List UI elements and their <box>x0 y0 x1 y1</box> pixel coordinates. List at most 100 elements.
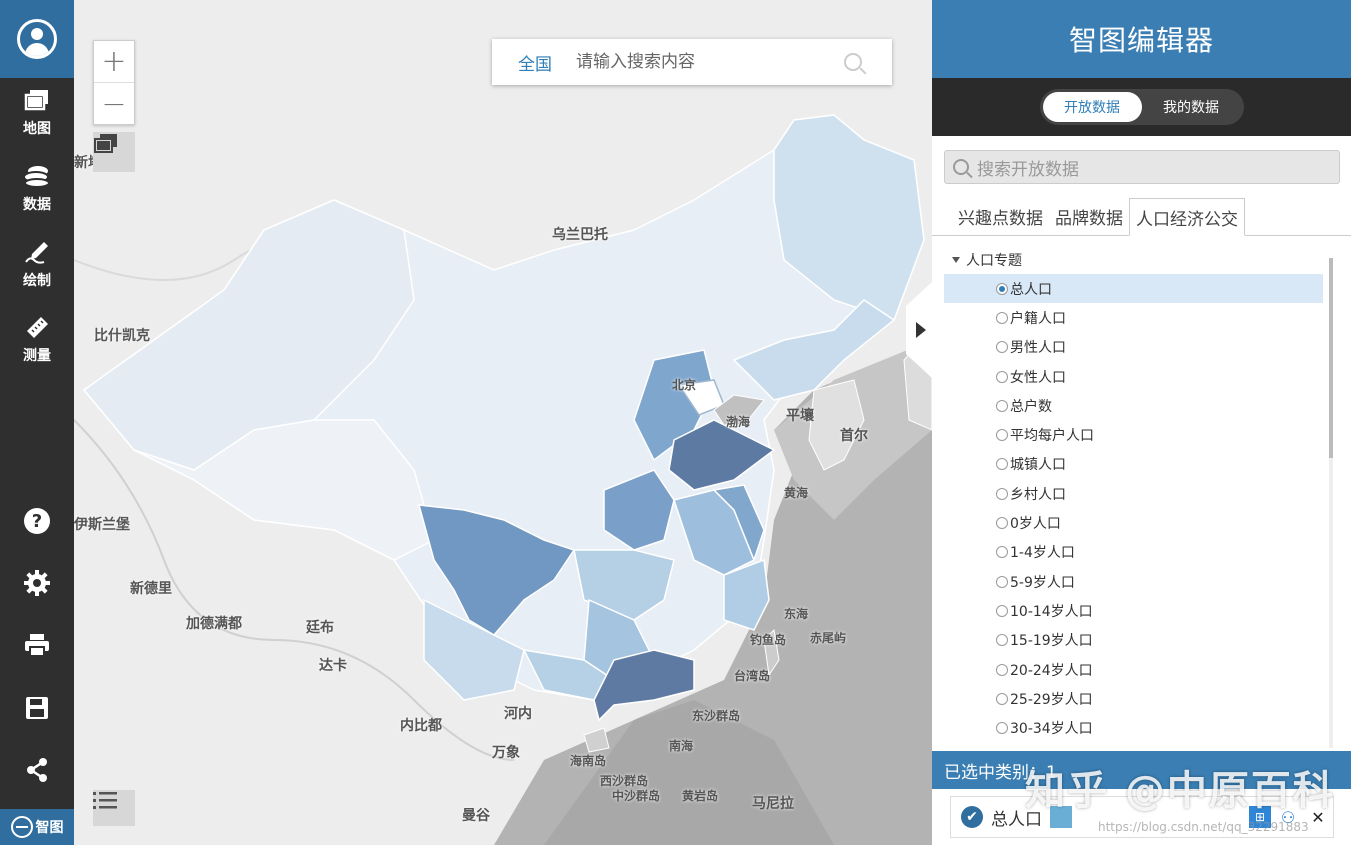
save-button[interactable] <box>0 680 74 736</box>
watermark-text: 知乎 @中原百科 <box>1025 768 1335 814</box>
radio-button[interactable] <box>996 692 1008 705</box>
radio-button[interactable] <box>996 311 1008 324</box>
search-scope-selector[interactable]: 全国 <box>518 50 552 75</box>
map-label-yisilanbao: 伊斯兰堡 <box>74 517 130 533</box>
svg-text:?: ? <box>32 511 42 532</box>
search-icon[interactable] <box>844 53 862 71</box>
save-icon <box>26 697 48 719</box>
tree-item[interactable]: 1-4岁人口 <box>944 538 1323 567</box>
settings-button[interactable] <box>0 555 74 611</box>
tree-item[interactable]: 户籍人口 <box>944 303 1323 332</box>
radio-button[interactable] <box>996 341 1008 354</box>
radio-button[interactable] <box>996 429 1008 442</box>
print-button[interactable] <box>0 617 74 673</box>
tree-scrollbar[interactable] <box>1329 258 1333 748</box>
brand-name: 智图 <box>35 820 64 836</box>
tree-root-population[interactable]: 人口专题 <box>932 246 1332 274</box>
zoom-out-button[interactable]: − <box>94 83 134 125</box>
tree-item-label: 5-9岁人口 <box>1010 574 1075 591</box>
radio-button[interactable] <box>996 370 1008 383</box>
my-data-toggle[interactable]: 我的数据 <box>1142 92 1241 122</box>
map-search-input[interactable] <box>576 52 826 72</box>
map-canvas[interactable]: 乌兰巴托 比什凯克 伊斯兰堡 新德里 加德满都 廷布 达卡 内比都 河内 万象 … <box>74 0 932 845</box>
tree-item-label: 总户数 <box>1010 398 1052 415</box>
tree-item[interactable]: 男性人口 <box>944 333 1323 362</box>
radio-button[interactable] <box>996 517 1008 530</box>
share-button[interactable] <box>0 742 74 798</box>
tree-item[interactable]: 乡村人口 <box>944 479 1323 508</box>
nav-draw-label: 绘制 <box>23 273 51 289</box>
data-source-switch: 开放数据 我的数据 <box>932 78 1351 136</box>
tree-item[interactable]: 总户数 <box>944 391 1323 420</box>
basemap-switch-button[interactable] <box>93 132 135 172</box>
radio-button[interactable] <box>996 399 1008 412</box>
radio-button[interactable] <box>996 546 1008 559</box>
tree-item[interactable]: 平均每户人口 <box>944 420 1323 449</box>
tree-item[interactable]: 10-14岁人口 <box>944 596 1323 625</box>
tree-item-label: 10-14岁人口 <box>1010 603 1093 620</box>
radio-button[interactable] <box>996 458 1008 471</box>
user-avatar-icon <box>17 19 57 59</box>
tree-item-label: 0岁人口 <box>1010 516 1061 533</box>
panel-title: 智图编辑器 <box>932 0 1351 78</box>
tree-item-label: 男性人口 <box>1010 340 1066 357</box>
population-tree: 人口专题 总人口户籍人口男性人口女性人口总户数平均每户人口城镇人口乡村人口 0岁人… <box>932 246 1332 746</box>
radio-button[interactable] <box>996 722 1008 735</box>
user-avatar-button[interactable] <box>0 0 74 78</box>
map-label-bishikaike: 比什凯克 <box>94 328 150 344</box>
nav-data-label: 数据 <box>23 197 51 213</box>
check-circle-icon[interactable]: ✔ <box>961 806 983 828</box>
pen-draw-icon <box>0 240 74 268</box>
tree-item[interactable]: 20-24岁人口 <box>944 655 1323 684</box>
tree-item[interactable]: 30-34岁人口 <box>944 713 1323 742</box>
tab-brand-data[interactable]: 品牌数据 <box>1049 197 1129 235</box>
nav-map-label: 地图 <box>23 121 51 137</box>
legend-list-button[interactable] <box>93 790 135 826</box>
caret-right-icon <box>916 322 926 338</box>
radio-button[interactable] <box>996 663 1008 676</box>
tree-item[interactable]: 女性人口 <box>944 362 1323 391</box>
brand-logo: 智图 <box>0 809 74 845</box>
map-label-shouer: 首尔 <box>840 428 868 444</box>
print-icon <box>25 634 49 657</box>
tree-item[interactable]: 5-9岁人口 <box>944 567 1323 596</box>
map-label-diaoyudao: 钓鱼岛 <box>750 633 787 647</box>
share-icon <box>27 758 47 782</box>
radio-button[interactable] <box>996 634 1008 647</box>
map-layers-icon <box>0 88 74 116</box>
map-label-wanxiang: 万象 <box>492 745 520 761</box>
tree-item[interactable]: 15-19岁人口 <box>944 626 1323 655</box>
caret-down-icon <box>952 257 960 263</box>
map-label-bohai: 渤海 <box>726 415 751 429</box>
map-label-jiademandu: 加德满都 <box>186 616 242 632</box>
tree-item[interactable]: 总人口 <box>944 274 1323 304</box>
nav-map[interactable]: 地图 <box>0 88 74 158</box>
tree-item[interactable]: 25-29岁人口 <box>944 684 1323 713</box>
map-label-pingrang: 平壤 <box>786 408 814 424</box>
tree-item-label: 25-29岁人口 <box>1010 691 1093 708</box>
compass-logo-icon <box>10 816 33 838</box>
map-label-huanghai: 黄海 <box>784 486 809 500</box>
nav-draw[interactable]: 绘制 <box>0 240 74 310</box>
zoom-in-button[interactable]: + <box>94 41 134 83</box>
nav-measure[interactable]: 测量 <box>0 315 74 385</box>
tree-item[interactable]: 0岁人口 <box>944 508 1323 537</box>
open-data-search[interactable]: 搜索开放数据 <box>944 150 1340 184</box>
scrollbar-thumb[interactable] <box>1329 258 1333 458</box>
tab-poi-data[interactable]: 兴趣点数据 <box>952 197 1049 235</box>
tree-item-label: 总人口 <box>1010 281 1052 298</box>
tab-population-economy-transit[interactable]: 人口经济公交 <box>1129 198 1245 236</box>
map-label-donghai: 东海 <box>784 607 809 621</box>
map-label-taiwandao: 台湾岛 <box>734 669 771 683</box>
radio-button[interactable] <box>996 282 1008 295</box>
help-button[interactable]: ? <box>0 493 74 549</box>
tree-item-label: 城镇人口 <box>1010 457 1066 474</box>
radio-button[interactable] <box>996 604 1008 617</box>
tree-item[interactable]: 城镇人口 <box>944 450 1323 479</box>
radio-button[interactable] <box>996 575 1008 588</box>
ruler-icon <box>0 315 74 343</box>
nav-data[interactable]: 数据 <box>0 164 74 234</box>
open-data-toggle[interactable]: 开放数据 <box>1042 92 1142 122</box>
tree-item-label: 乡村人口 <box>1010 486 1066 503</box>
radio-button[interactable] <box>996 487 1008 500</box>
